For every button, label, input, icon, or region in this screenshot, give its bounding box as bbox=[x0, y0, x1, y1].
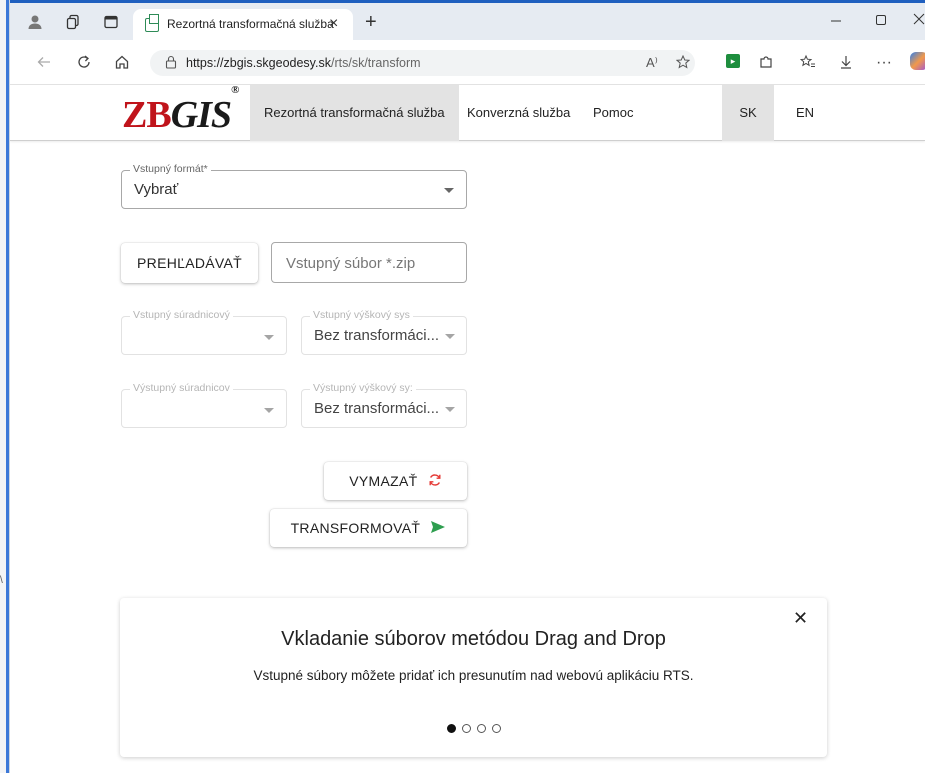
logo-registered: ® bbox=[231, 84, 239, 97]
read-aloud-icon[interactable]: A⁾ bbox=[646, 55, 658, 71]
minimize-icon[interactable] bbox=[830, 11, 842, 32]
transform-button[interactable]: TRANSFORMOVAŤ bbox=[270, 509, 467, 547]
info-carousel-card: ✕ Vkladanie súborov metódou Drag and Dro… bbox=[120, 598, 827, 757]
clear-button[interactable]: VYMAZAŤ bbox=[324, 462, 467, 500]
background-window-border bbox=[6, 0, 9, 773]
back-icon[interactable] bbox=[36, 54, 52, 75]
carousel-dot-2[interactable] bbox=[461, 724, 471, 733]
background-caret: \ bbox=[0, 575, 3, 586]
favorites-star-icon[interactable] bbox=[675, 54, 691, 72]
carousel-dot-3[interactable] bbox=[476, 724, 486, 733]
clear-button-label: VYMAZAŤ bbox=[349, 473, 418, 489]
nav-help[interactable]: Pomoc bbox=[579, 85, 647, 141]
extension-icon[interactable]: ▸ bbox=[726, 54, 740, 68]
close-icon[interactable]: ✕ bbox=[793, 608, 808, 629]
favorites-icon[interactable] bbox=[799, 54, 816, 75]
input-format-label: Vstupný formát* bbox=[130, 163, 211, 175]
lock-icon[interactable] bbox=[165, 55, 177, 72]
maximize-icon[interactable] bbox=[875, 11, 887, 32]
input-coordinate-system-label: Vstupný súradnicový bbox=[130, 309, 233, 321]
url-path: /rts/sk/transform bbox=[330, 56, 421, 70]
output-coordinate-system-label: Výstupný súradnicov bbox=[130, 382, 233, 394]
more-icon[interactable]: ··· bbox=[876, 54, 892, 72]
workspaces-icon[interactable] bbox=[64, 14, 82, 32]
address-bar-row: https://zbgis.skgeodesy.sk/rts/sk/transf… bbox=[10, 40, 925, 85]
extensions-puzzle-icon[interactable] bbox=[758, 54, 774, 75]
carousel-dot-4[interactable] bbox=[491, 724, 501, 733]
chevron-down-icon bbox=[445, 334, 455, 339]
chevron-down-icon bbox=[445, 407, 455, 412]
nav-conversion-service[interactable]: Konverzná služba bbox=[453, 85, 584, 141]
background-window-edge: \ bbox=[0, 0, 10, 773]
input-format-select[interactable]: Vstupný formát* Vybrať bbox=[121, 163, 467, 209]
tab-actions-icon[interactable] bbox=[102, 14, 120, 32]
chevron-down-icon bbox=[264, 335, 274, 340]
refresh-red-icon bbox=[428, 463, 442, 501]
browse-button[interactable]: PREHĽADÁVAŤ bbox=[121, 243, 258, 283]
chevron-down-icon bbox=[264, 408, 274, 413]
file-input-placeholder: Vstupný súbor *.zip bbox=[286, 255, 416, 272]
send-icon bbox=[430, 510, 446, 548]
input-coordinate-system-select[interactable]: Vstupný súradnicový bbox=[121, 309, 287, 355]
output-height-system-value: Bez transformáci... bbox=[314, 400, 440, 417]
profile-icon[interactable] bbox=[26, 14, 44, 32]
nav-transform-service[interactable]: Rezortná transformačná služba bbox=[250, 85, 459, 141]
browser-tab[interactable]: Rezortná transformačná služba × bbox=[133, 9, 353, 42]
copilot-icon[interactable] bbox=[910, 52, 925, 70]
chevron-down-icon bbox=[444, 188, 454, 193]
app-header: ZBGIS® Rezortná transformačná služba Kon… bbox=[10, 84, 925, 141]
input-height-system-select[interactable]: Vstupný výškový sys Bez transformáci... bbox=[301, 309, 467, 355]
url-host: https://zbgis.skgeodesy.sk bbox=[186, 56, 331, 70]
carousel-pagination bbox=[120, 720, 827, 738]
transform-button-label: TRANSFORMOVAŤ bbox=[290, 520, 421, 536]
card-title: Vkladanie súborov metódou Drag and Drop bbox=[281, 628, 666, 650]
downloads-icon[interactable] bbox=[838, 54, 854, 75]
input-format-value: Vybrať bbox=[134, 181, 179, 198]
url-text[interactable]: https://zbgis.skgeodesy.sk/rts/sk/transf… bbox=[186, 56, 421, 70]
new-tab-button[interactable]: + bbox=[365, 11, 377, 34]
carousel-dot-1[interactable] bbox=[446, 724, 456, 733]
browser-window: Rezortná transformačná služba × + https:… bbox=[10, 0, 925, 773]
file-input[interactable]: Vstupný súbor *.zip bbox=[271, 242, 467, 283]
output-height-system-select[interactable]: Výstupný výškový sy: Bez transformáci... bbox=[301, 382, 467, 428]
zbgis-logo[interactable]: ZBGIS® bbox=[122, 84, 239, 137]
logo-zb: ZB bbox=[122, 94, 172, 136]
refresh-icon[interactable] bbox=[76, 54, 92, 75]
home-icon[interactable] bbox=[114, 54, 130, 75]
input-height-system-value: Bez transformáci... bbox=[314, 327, 440, 344]
url-bar[interactable]: https://zbgis.skgeodesy.sk/rts/sk/transf… bbox=[150, 50, 695, 76]
output-coordinate-system-select[interactable]: Výstupný súradnicov bbox=[121, 382, 287, 428]
lang-sk[interactable]: SK bbox=[722, 85, 774, 141]
title-bar: Rezortná transformačná služba × + bbox=[10, 0, 925, 42]
logo-gis: GIS bbox=[170, 94, 232, 136]
tab-title: Rezortná transformačná služba bbox=[167, 17, 334, 31]
close-window-icon[interactable] bbox=[913, 11, 925, 32]
input-height-system-label: Vstupný výškový sys bbox=[310, 309, 413, 321]
output-height-system-label: Výstupný výškový sy: bbox=[310, 382, 416, 394]
card-text: Vstupné súbory môžete pridať ich presunu… bbox=[253, 668, 694, 683]
tab-favicon-icon bbox=[145, 14, 159, 32]
tab-close-button[interactable]: × bbox=[329, 15, 338, 33]
lang-en[interactable]: EN bbox=[782, 85, 826, 141]
